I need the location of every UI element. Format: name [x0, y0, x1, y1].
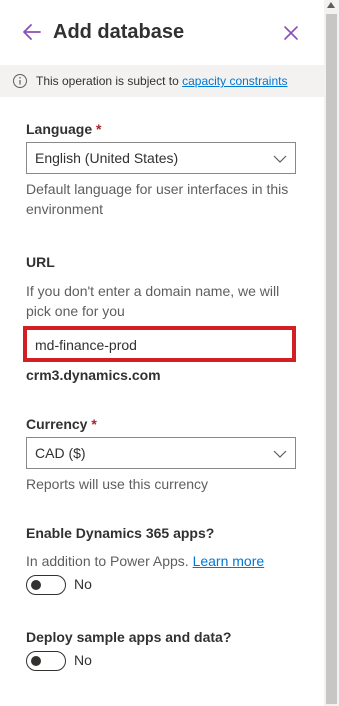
currency-label: Currency *: [26, 416, 97, 432]
sample-apps-toggle[interactable]: [26, 651, 66, 671]
vertical-scrollbar[interactable]: [324, 0, 339, 706]
language-help-text: Default language for user interfaces in …: [26, 181, 289, 217]
close-icon[interactable]: [280, 22, 302, 44]
dynamics-toggle-state: No: [74, 576, 92, 592]
scroll-up-icon[interactable]: [327, 2, 335, 8]
required-marker: *: [91, 416, 97, 432]
capacity-notice: This operation is subject to capacity co…: [0, 65, 324, 97]
domain-suffix: crm3.dynamics.com: [26, 367, 161, 383]
sample-apps-label: Deploy sample apps and data?: [26, 629, 232, 645]
panel-header: Add database: [0, 0, 324, 64]
info-icon: [13, 74, 27, 88]
dynamics-label: Enable Dynamics 365 apps?: [26, 525, 215, 541]
chevron-down-icon: [273, 450, 287, 458]
toggle-knob: [31, 580, 41, 590]
required-marker: *: [96, 121, 102, 137]
back-arrow-icon[interactable]: [20, 20, 44, 44]
language-select[interactable]: English (United States): [26, 142, 296, 174]
url-help-text: If you don't enter a domain name, we wil…: [26, 283, 280, 319]
url-input[interactable]: md-finance-prod: [23, 326, 296, 362]
dynamics-help-text: In addition to Power Apps. Learn more: [26, 553, 265, 569]
learn-more-link[interactable]: Learn more: [193, 553, 265, 569]
language-select-value: English (United States): [35, 150, 179, 166]
currency-select[interactable]: CAD ($): [26, 437, 296, 469]
chevron-down-icon: [273, 155, 287, 163]
sample-apps-toggle-state: No: [74, 652, 92, 668]
notice-text: This operation is subject to: [36, 74, 179, 88]
capacity-constraints-link[interactable]: capacity constraints: [182, 74, 287, 88]
add-database-panel: Add database This operation is subject t…: [0, 0, 324, 706]
toggle-knob: [31, 656, 41, 666]
currency-help-text: Reports will use this currency: [26, 476, 209, 492]
scrollbar-thumb[interactable]: [326, 14, 337, 704]
url-label: URL: [26, 254, 55, 270]
currency-select-value: CAD ($): [35, 445, 86, 461]
url-input-value: md-finance-prod: [35, 337, 137, 353]
panel-title: Add database: [53, 21, 185, 43]
dynamics-toggle[interactable]: [26, 575, 66, 595]
language-label: Language *: [26, 121, 102, 137]
